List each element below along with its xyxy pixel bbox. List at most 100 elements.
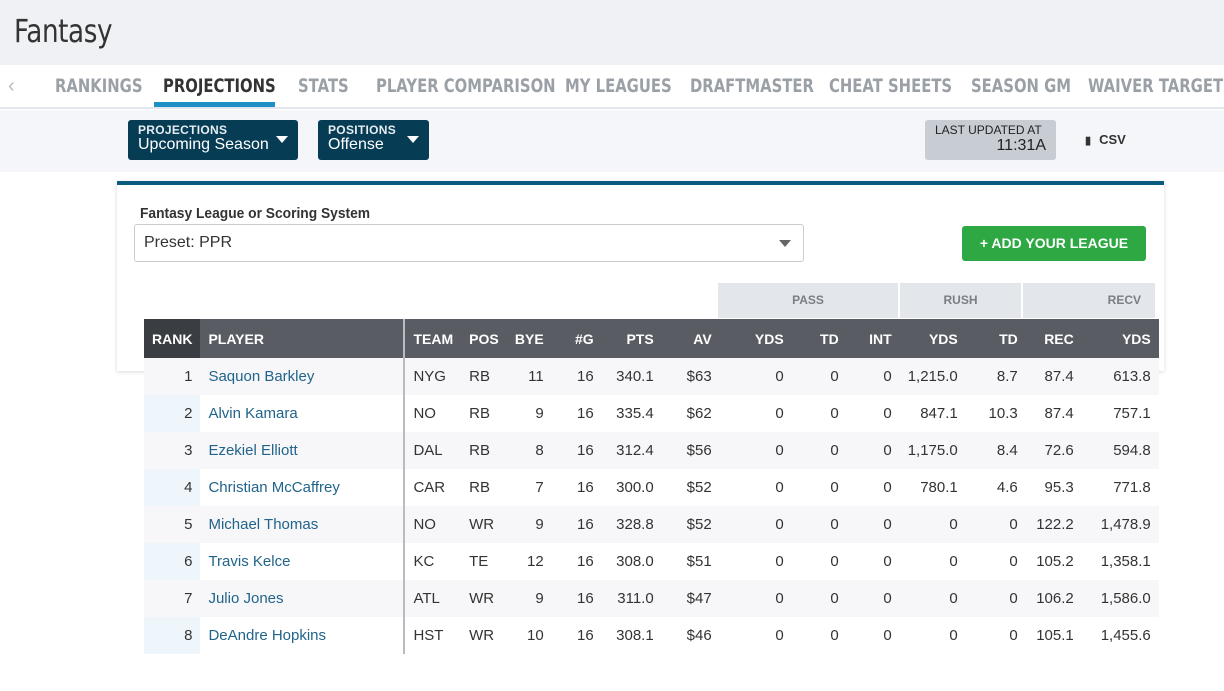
cell-rec: 95.3 <box>1044 479 1074 496</box>
column-header-rank[interactable]: RANK <box>144 319 201 358</box>
cell-player[interactable]: Michael Thomas <box>200 506 406 543</box>
table-row: 2 Alvin Kamara NO RB 9 16 335.4 $62 0 0 0 847.1 10.3… <box>144 395 1159 432</box>
cell-bye: 12 <box>527 553 544 570</box>
cell-team: DAL <box>404 432 462 469</box>
cell-player[interactable]: Travis Kelce <box>200 543 406 580</box>
column-header-pass-yds[interactable]: YDS <box>719 319 792 358</box>
cell-av: $51 <box>686 553 712 570</box>
cell-pass-td: 0 <box>791 432 847 469</box>
group-header-rush: RUSH <box>900 283 1021 318</box>
cell-player[interactable]: Saquon Barkley <box>200 358 406 395</box>
projections-value: Upcoming Season <box>138 136 269 153</box>
positions-value: Offense <box>328 136 384 153</box>
cell-pass-yds: 0 <box>775 553 784 570</box>
tab-cheat-sheets[interactable]: CHEAT SHEETS <box>829 75 952 97</box>
cell-games: 16 <box>551 432 602 469</box>
cell-bye: 9 <box>535 405 544 422</box>
cell-rush-yds: 0 <box>899 580 966 617</box>
cell-rec: 87.4 <box>1025 358 1082 395</box>
tab-player-comparison[interactable]: PLAYER COMPARISON <box>376 75 556 97</box>
cell-av: $47 <box>661 580 720 617</box>
column-header-pts[interactable]: PTS <box>601 319 662 358</box>
tab-draftmaster[interactable]: DRAFTMASTER <box>690 75 814 97</box>
cell-pts: 328.8 <box>601 506 662 543</box>
caret-down-icon <box>276 136 288 143</box>
cell-player[interactable]: Ezekiel Elliott <box>200 432 406 469</box>
cell-av: $52 <box>686 479 712 496</box>
cell-player[interactable]: DeAndre Hopkins <box>200 617 406 654</box>
tab-projections[interactable]: PROJECTIONS <box>163 75 276 97</box>
cell-team: HST <box>413 627 444 644</box>
tab-waiver-targets[interactable]: WAIVER TARGETS <box>1088 75 1224 97</box>
column-header-rush-td[interactable]: TD <box>965 319 1026 358</box>
cell-rank: 1 <box>144 358 201 395</box>
cell-team: CAR <box>413 479 446 496</box>
cell-rank: 5 <box>144 506 201 543</box>
cell-games: 16 <box>577 479 594 496</box>
cell-player[interactable]: Alvin Kamara <box>200 395 406 432</box>
cell-rec-yds: 613.8 <box>1081 358 1159 395</box>
cell-rush-yds: 0 <box>949 627 958 644</box>
cell-pts: 340.1 <box>601 358 662 395</box>
column-header-av[interactable]: AV <box>661 319 720 358</box>
cell-rush-yds: 1,215.0 <box>899 358 966 395</box>
cell-pass-yds: 0 <box>775 479 784 496</box>
cell-av: $52 <box>661 506 720 543</box>
cell-games: 16 <box>577 627 594 644</box>
csv-button[interactable]: ▮ CSV <box>1085 132 1126 147</box>
cell-games: 16 <box>577 553 594 570</box>
cell-pos: RB <box>461 432 507 469</box>
cell-games: 16 <box>551 358 602 395</box>
cell-rush-yds: 0 <box>949 553 958 570</box>
column-header-bye[interactable]: BYE <box>506 319 552 358</box>
cell-pts: 300.0 <box>616 479 654 496</box>
cell-pos: WR <box>469 627 495 644</box>
tab-rankings[interactable]: RANKINGS <box>55 75 143 97</box>
chevron-left-icon[interactable]: ‹ <box>8 75 15 98</box>
cell-pts: 308.1 <box>616 627 654 644</box>
cell-pts: 308.0 <box>616 553 654 570</box>
cell-pass-int: 0 <box>883 479 892 496</box>
tab-season-gm[interactable]: SEASON GM <box>971 75 1071 97</box>
cell-team: NYG <box>404 358 462 395</box>
add-league-button[interactable]: + ADD YOUR LEAGUE <box>962 226 1146 261</box>
column-header-pass-int[interactable]: INT <box>846 319 900 358</box>
projections-table: RANK PLAYER TEAM POS BYE #G PTS AV YDS TD INT YDS TD… <box>144 319 1159 654</box>
cell-pass-int: 0 <box>846 358 900 395</box>
cell-pass-int: 0 <box>883 405 892 422</box>
column-header-player[interactable]: PLAYER <box>200 319 406 358</box>
cell-pass-int: 0 <box>846 580 900 617</box>
cell-bye: 7 <box>535 479 544 496</box>
cell-pass-td: 0 <box>830 627 839 644</box>
column-header-pass-td[interactable]: TD <box>791 319 847 358</box>
column-header-pos[interactable]: POS <box>461 319 507 358</box>
column-header-rec[interactable]: REC <box>1025 319 1082 358</box>
cell-player[interactable]: Christian McCaffrey <box>200 469 406 506</box>
cell-player[interactable]: Julio Jones <box>200 580 406 617</box>
cell-pass-int: 0 <box>846 506 900 543</box>
cell-pass-yds: 0 <box>719 506 792 543</box>
column-header-rush-yds[interactable]: YDS <box>899 319 966 358</box>
cell-games: 16 <box>551 506 602 543</box>
cell-pos: WR <box>461 506 507 543</box>
column-header-games[interactable]: #G <box>551 319 602 358</box>
table-row: 4 Christian McCaffrey CAR RB 7 16 300.0 $52 0 0 0 7… <box>144 469 1159 506</box>
cell-pts: 311.0 <box>601 580 662 617</box>
positions-dropdown[interactable]: POSITIONS Offense <box>318 120 429 160</box>
cell-rec-yds: 594.8 <box>1081 432 1159 469</box>
scoring-system-select[interactable]: Preset: PPR <box>134 224 804 262</box>
column-header-team[interactable]: TEAM <box>404 319 462 358</box>
cell-rec-yds: 1,586.0 <box>1081 580 1159 617</box>
tab-stats[interactable]: STATS <box>298 75 349 97</box>
cell-rec: 72.6 <box>1025 432 1082 469</box>
tab-my-leagues[interactable]: MY LEAGUES <box>565 75 672 97</box>
group-header-recv: RECV <box>1023 283 1155 318</box>
cell-pass-int: 0 <box>883 553 892 570</box>
cell-pos: RB <box>469 405 490 422</box>
cell-pass-yds: 0 <box>719 580 792 617</box>
projections-dropdown[interactable]: PROJECTIONS Upcoming Season <box>128 120 298 160</box>
column-header-rec-yds[interactable]: YDS <box>1081 319 1159 358</box>
group-header-pass: PASS <box>718 283 898 318</box>
cell-bye: 8 <box>506 432 552 469</box>
cell-team: NO <box>413 405 436 422</box>
